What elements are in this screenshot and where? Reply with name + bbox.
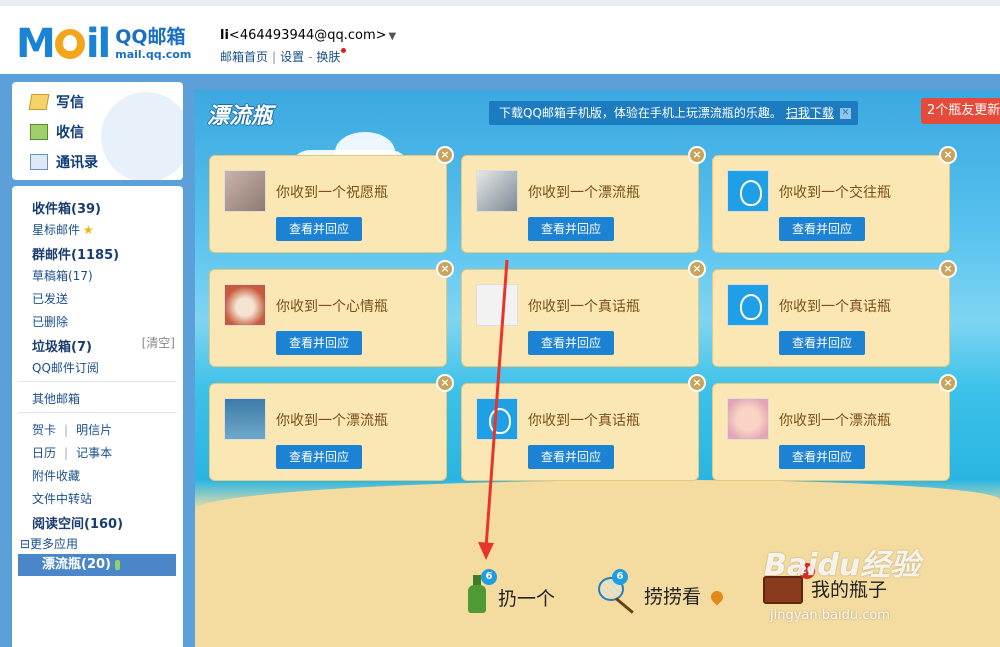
throw-label: 扔一个 [498,588,556,610]
baidu-watermark-url: jingyan.baidu.com [770,608,890,623]
contacts-label: 通讯录 [56,155,98,171]
folder-list: 收件箱(39) 星标邮件 ★ 群邮件(1185) 草稿箱(17) 已发送 已删除 … [12,186,183,647]
user-box: li<464493944@qq.com> ▼ 邮箱首页 | 设置 - 换肤 [220,28,396,65]
arrow-head [478,542,494,560]
more-apps-toggle[interactable]: ⊟更多应用 [20,535,78,552]
divider: - [308,50,313,64]
throw-bottle-button[interactable]: 6 扔一个 [468,569,556,613]
clear-spam-link[interactable]: [清空] [142,334,175,351]
chevron-down-icon[interactable]: ▼ [389,31,397,42]
fish-label: 捞捞看 [644,586,702,608]
link-transfer[interactable]: 文件中转站 [32,490,92,507]
tools-row-card: 贺卡 | 明信片 [32,421,112,438]
write-button[interactable]: 写信 [28,92,84,112]
bottle-label: 漂流瓶(20) [42,557,111,572]
sidebar-item-bottle[interactable]: 漂流瓶(20) [18,554,176,576]
logo-penguin-icon [54,29,85,59]
location-pin-icon[interactable] [708,588,726,606]
folder-starred-label: 星标邮件 [32,223,81,237]
folder-subscription[interactable]: QQ邮件订阅 [32,359,99,376]
arrow-shaft [484,259,509,549]
tools-row-calendar: 日历 | 记事本 [32,444,112,461]
folder-deleted[interactable]: 已删除 [32,313,68,330]
folder-inbox[interactable]: 收件箱(39) [32,198,101,217]
folder-spam[interactable]: 垃圾箱(7) [32,336,92,355]
link-skin[interactable]: 换肤 [316,50,340,64]
link-calendar[interactable]: 日历 [32,446,56,460]
fish-count-badge: 6 [612,569,628,585]
qqmail-logo[interactable]: Mil QQ邮箱 mail.qq.com [16,24,191,64]
penguin-decoration-icon [101,92,183,180]
quick-actions: 写信 收信 通讯录 [12,82,183,180]
link-settings[interactable]: 设置 [280,50,304,64]
pencil-icon [28,94,50,110]
divider [18,381,177,382]
link-mail-home[interactable]: 邮箱首页 [220,50,268,64]
header-links: 邮箱首页 | 设置 - 换肤 [220,48,396,65]
baidu-watermark: Baidu经验 [764,548,921,583]
user-email: <464493944@qq.com> [228,28,387,43]
contacts-button[interactable]: 通讯录 [30,152,98,172]
receive-label: 收信 [56,125,84,141]
user-account[interactable]: li<464493944@qq.com> ▼ [220,28,396,43]
link-notes[interactable]: 记事本 [76,446,112,460]
logo-domain: mail.qq.com [115,48,192,61]
bottle-icon [114,559,120,570]
user-name: li [220,28,229,43]
divider: | [64,446,69,460]
folder-sent[interactable]: 已发送 [32,290,68,307]
fish-bottle-button[interactable]: 6 捞捞看 [596,569,726,611]
contacts-card-icon [30,154,48,170]
link-card[interactable]: 贺卡 [32,423,56,437]
sidebar: 写信 收信 通讯录 收件箱(39) 星标邮件 ★ 群邮件(1185) 草稿箱(17… [12,82,183,647]
link-postcard[interactable]: 明信片 [76,423,112,437]
inbox-download-icon [30,124,48,140]
write-label: 写信 [56,95,84,111]
folder-starred[interactable]: 星标邮件 ★ [32,221,94,238]
link-reading[interactable]: 阅读空间(160) [32,513,123,532]
folder-other[interactable]: 其他邮箱 [32,390,80,407]
folder-drafts[interactable]: 草稿箱(17) [32,267,93,284]
throw-count-badge: 6 [481,569,497,585]
divider: | [272,50,277,64]
divider [18,412,177,413]
header: Mil QQ邮箱 mail.qq.com li<464493944@qq.com… [0,0,1000,78]
divider: | [64,423,69,437]
star-icon: ★ [83,223,94,237]
link-attachments[interactable]: 附件收藏 [32,467,80,484]
receive-button[interactable]: 收信 [30,122,84,142]
new-dot-icon [341,48,347,53]
folder-group[interactable]: 群邮件(1185) [32,244,119,263]
logo-title: QQ邮箱 [115,26,186,48]
logo-mark: Mil [16,21,111,67]
